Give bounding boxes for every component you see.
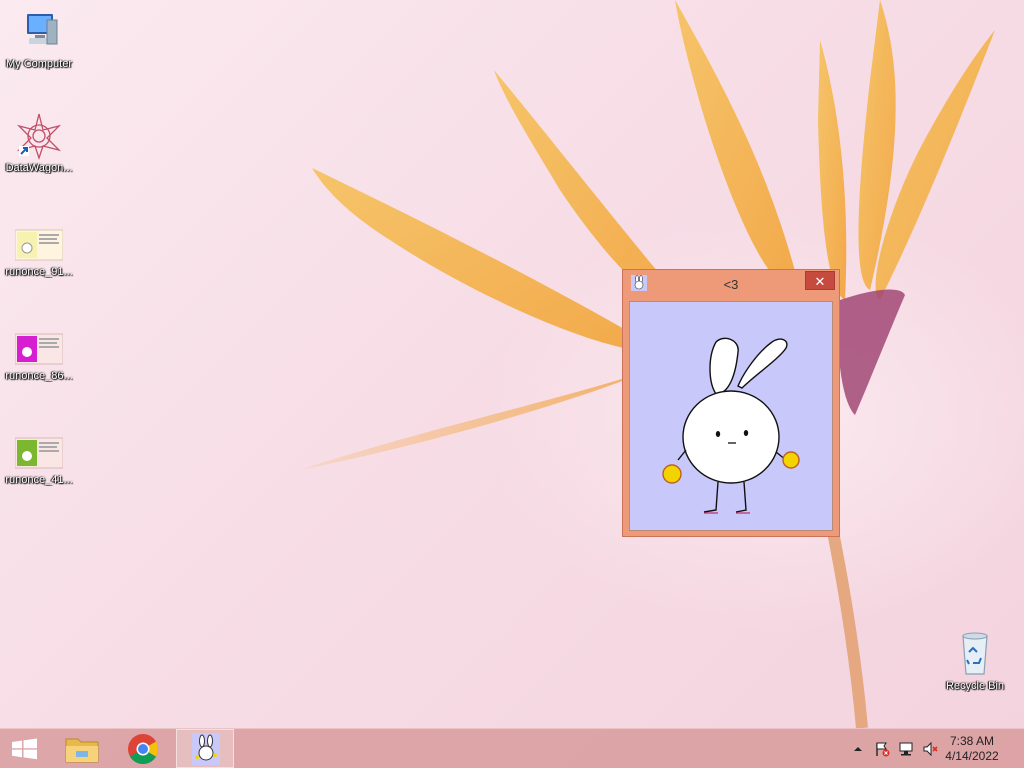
computer-icon (15, 8, 63, 56)
action-center-flag-icon[interactable] (874, 741, 890, 757)
desktop-icon-my-computer[interactable]: My Computer (0, 8, 78, 70)
taskbar-clock[interactable]: 7:38 AM 4/14/2022 (942, 734, 1002, 764)
desktop-icon-label: My Computer (5, 58, 73, 70)
volume-muted-icon[interactable] (922, 741, 938, 757)
chrome-icon (128, 734, 159, 765)
desktop-icon-runonce-41[interactable]: runonce_41... (0, 424, 78, 486)
close-icon: ✕ (814, 274, 826, 289)
desktop-icon-label: Recycle Bin (945, 680, 1005, 692)
desktop-icon-label: runonce_41... (5, 474, 73, 486)
datawagon-icon (15, 112, 63, 161)
show-hidden-icons-chevron[interactable] (850, 741, 866, 757)
runonce-thumbnail-icon (14, 216, 64, 264)
desktop-icon-runonce-91[interactable]: runonce_91... (0, 216, 78, 278)
runonce-thumbnail-icon (14, 320, 64, 368)
wallpaper-flower (300, 0, 995, 729)
desktop-icon-runonce-86[interactable]: runonce_86... (0, 320, 78, 382)
desktop-icon-label: DataWagon... (5, 162, 73, 174)
network-icon[interactable] (898, 741, 914, 757)
desktop-icon-label: runonce_86... (5, 370, 73, 382)
taskbar: 7:38 AM 4/14/2022 (0, 728, 1024, 768)
taskbar-file-explorer-button[interactable] (54, 729, 110, 768)
taskbar-bunny-app-button[interactable] (176, 729, 234, 768)
windows-logo-icon (12, 738, 37, 760)
clock-time: 7:38 AM (949, 734, 995, 748)
recycle-bin-icon (951, 630, 999, 678)
bunny-illustration (662, 337, 800, 514)
desktop: My Computer DataWagon... runonce_91... r… (0, 0, 1024, 768)
window-client-area (629, 301, 833, 531)
desktop-icon-datawagon[interactable]: DataWagon... (0, 112, 78, 174)
clock-date: 4/14/2022 (945, 749, 999, 763)
desktop-icon-recycle-bin[interactable]: Recycle Bin (936, 630, 1014, 692)
bunny-icon (192, 733, 220, 765)
start-button[interactable] (0, 729, 56, 768)
app-window[interactable]: <3 ✕ (622, 269, 840, 537)
taskbar-chrome-button[interactable] (116, 729, 172, 768)
desktop-icon-label: runonce_91... (5, 266, 73, 278)
folder-icon (65, 738, 99, 763)
window-titlebar[interactable]: <3 ✕ (623, 270, 839, 298)
close-button[interactable]: ✕ (805, 271, 835, 290)
runonce-thumbnail-icon (14, 424, 64, 472)
